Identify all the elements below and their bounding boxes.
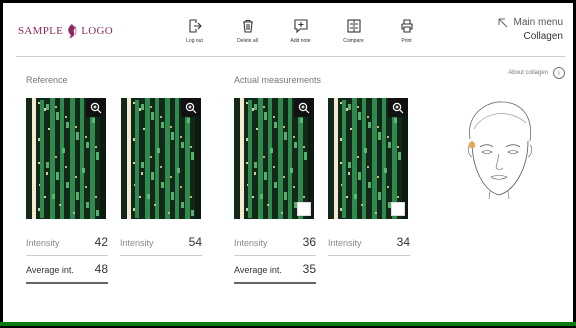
- face-illustration: [467, 101, 533, 200]
- metric-label: Intensity: [234, 238, 268, 248]
- add-note-label: Add note: [290, 38, 311, 44]
- zoom-in-icon: [90, 102, 102, 113]
- current-section: Collagen: [523, 31, 563, 42]
- logo-text-right: LOGO: [81, 25, 113, 37]
- reference-intensity-1: Intensity 42: [26, 235, 108, 256]
- actual-image-1[interactable]: [234, 98, 314, 219]
- header-divider: [16, 56, 565, 57]
- zoom-in-icon: [185, 102, 197, 113]
- zoom-button[interactable]: [86, 98, 106, 117]
- arrow-up-left-icon: [498, 18, 507, 27]
- compare-icon: [346, 19, 361, 33]
- toolbar: Log out Delete all Add note Compare Prin…: [168, 19, 433, 44]
- zoom-in-icon: [392, 102, 404, 113]
- actual-image-2[interactable]: [328, 98, 408, 219]
- metric-label: Intensity: [328, 238, 362, 248]
- logout-button[interactable]: Log out: [168, 19, 221, 44]
- select-checkbox[interactable]: [297, 202, 311, 216]
- compare-label: Compare: [343, 38, 364, 44]
- metric-label: Average int.: [26, 265, 74, 275]
- zoom-button[interactable]: [181, 98, 201, 117]
- measurement-spot-marker: [468, 141, 476, 149]
- app-window: SAMPLE LOGO Log out Delete all Add note …: [3, 3, 573, 322]
- about-collagen-link[interactable]: About collagen i: [508, 67, 565, 79]
- actual-intensity-1: Intensity 36: [234, 235, 316, 256]
- about-collagen-label[interactable]: About collagen: [508, 70, 548, 76]
- info-icon[interactable]: i: [553, 67, 565, 79]
- zoom-in-icon: [298, 102, 310, 113]
- logout-icon: [188, 19, 202, 33]
- select-checkbox[interactable]: [391, 202, 405, 216]
- trash-icon: [242, 19, 253, 33]
- print-label: Print: [401, 38, 412, 44]
- delete-all-button[interactable]: Delete all: [221, 19, 274, 44]
- logo-mark-icon: [68, 24, 78, 38]
- compare-button[interactable]: Compare: [327, 19, 380, 44]
- note-icon: [293, 19, 308, 33]
- bottom-accent-bar: [0, 322, 576, 326]
- metric-label: Intensity: [120, 238, 154, 248]
- logout-label: Log out: [186, 38, 203, 44]
- reference-image-2[interactable]: [121, 98, 201, 219]
- metric-value: 34: [396, 235, 410, 249]
- actual-measurements-title: Actual measurements: [234, 75, 322, 85]
- metric-value: 54: [188, 235, 202, 249]
- metric-value: 42: [94, 235, 108, 249]
- print-button[interactable]: Print: [380, 19, 433, 44]
- brand-logo: SAMPLE LOGO: [18, 23, 113, 39]
- zoom-button[interactable]: [388, 98, 408, 117]
- metric-value: 48: [94, 262, 108, 276]
- main-menu-label[interactable]: Main menu: [514, 17, 563, 28]
- metric-label: Average int.: [234, 265, 282, 275]
- reference-image-1[interactable]: [26, 98, 106, 219]
- add-note-button[interactable]: Add note: [274, 19, 327, 44]
- actual-intensity-2: Intensity 34: [328, 235, 410, 256]
- metric-value: 36: [302, 235, 316, 249]
- zoom-button[interactable]: [294, 98, 314, 117]
- reference-intensity-2: Intensity 54: [120, 235, 202, 256]
- metric-label: Intensity: [26, 238, 60, 248]
- printer-icon: [400, 19, 413, 33]
- actual-average: Average int. 35: [234, 262, 316, 284]
- reference-title: Reference: [26, 75, 68, 85]
- delete-all-label: Delete all: [237, 38, 258, 44]
- logo-text-left: SAMPLE: [18, 25, 64, 37]
- main-menu[interactable]: Main menu Collagen: [498, 17, 563, 42]
- metric-value: 35: [302, 262, 316, 276]
- reference-average: Average int. 48: [26, 262, 108, 284]
